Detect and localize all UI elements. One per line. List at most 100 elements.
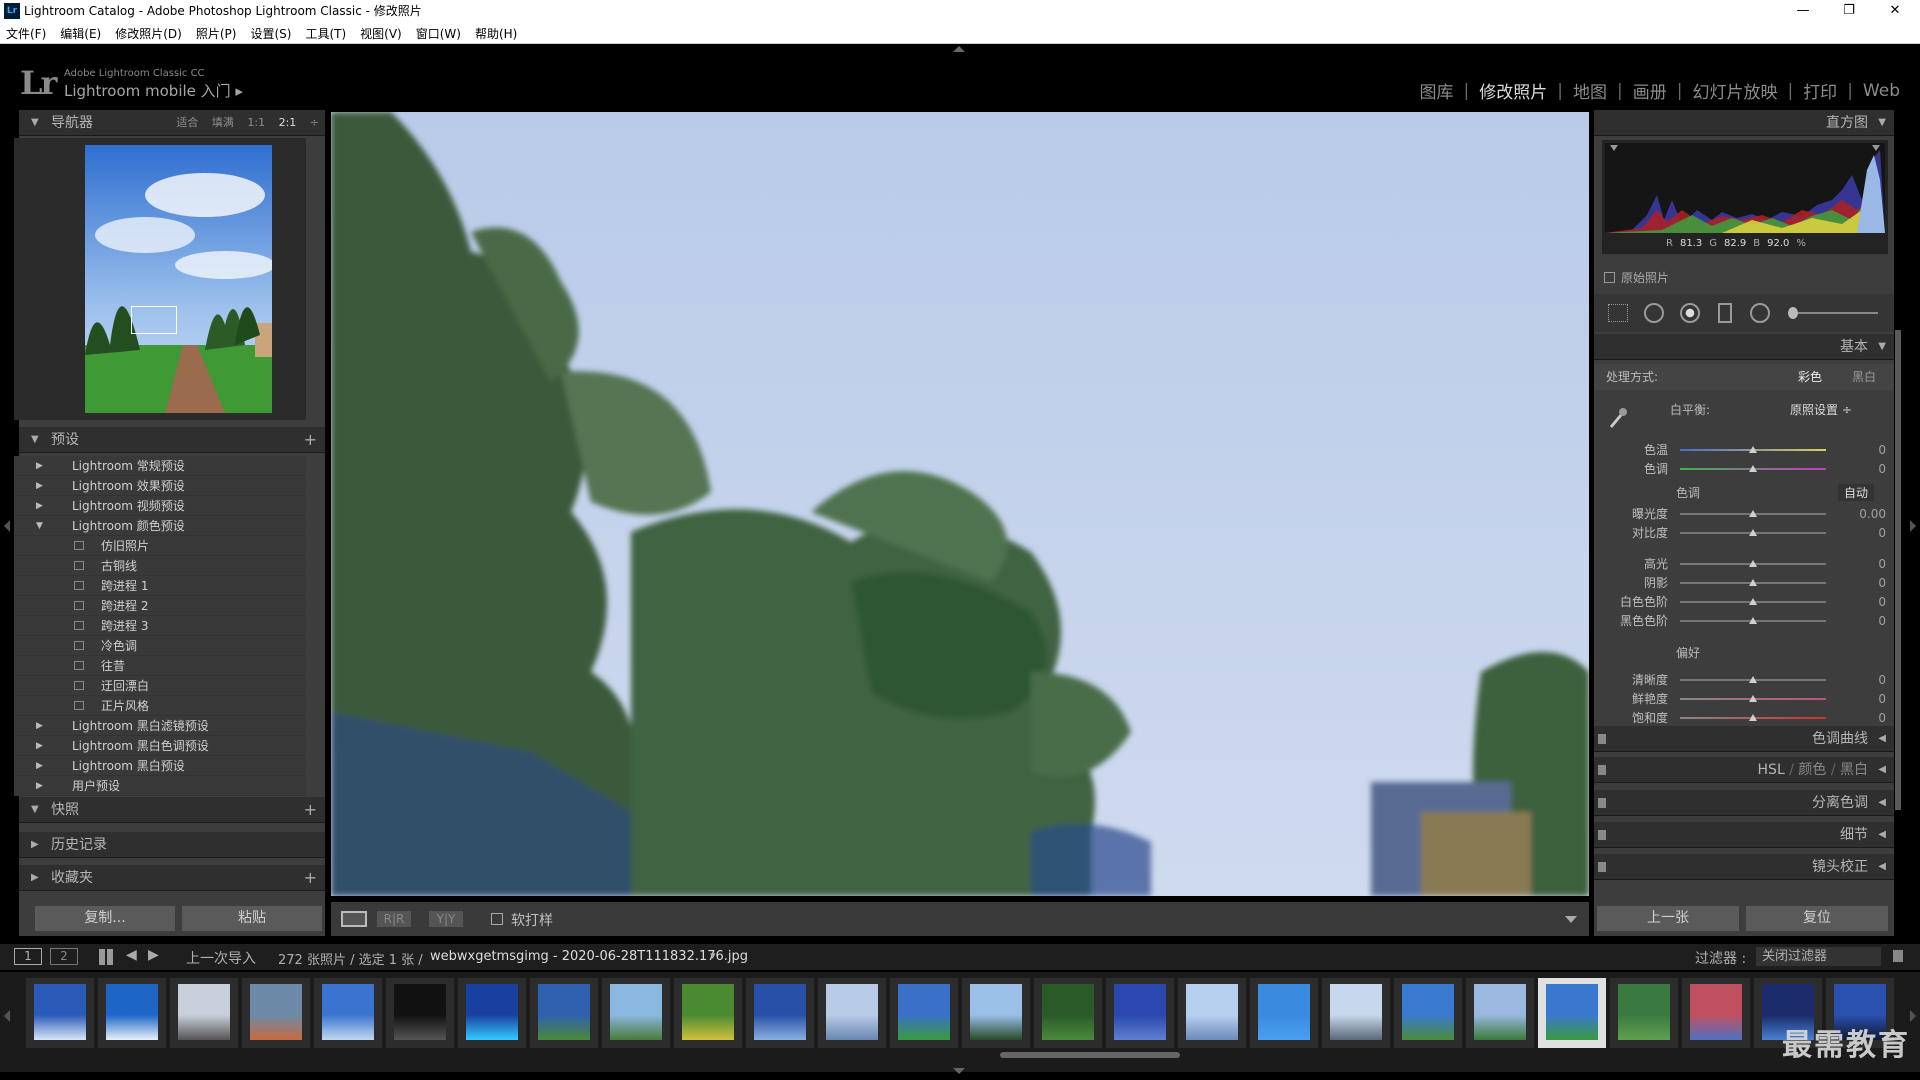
preset-item[interactable]: 跨进程 3 <box>14 616 306 636</box>
preset-folder[interactable]: ▶ Lightroom 黑白滤镜预设 <box>14 716 306 736</box>
lens-corrections-header[interactable]: 镜头校正 ◀ <box>1594 854 1894 880</box>
loupe-view-icon[interactable] <box>341 911 367 927</box>
slider-value[interactable]: 0 <box>1878 524 1886 542</box>
close-button[interactable]: ✕ <box>1872 0 1918 23</box>
hsl-tab[interactable]: HSL <box>1758 762 1785 778</box>
navigator-zoom-rectangle[interactable] <box>131 306 177 334</box>
slider-row[interactable]: 曝光度 0.00 <box>1594 505 1894 523</box>
filmstrip-thumbnail[interactable] <box>746 978 814 1048</box>
add-collection-icon[interactable]: + <box>304 865 317 891</box>
red-eye-icon[interactable] <box>1680 303 1700 323</box>
slider-knob[interactable] <box>1749 676 1757 683</box>
slider-value[interactable]: 0 <box>1878 593 1886 611</box>
split-toning-header[interactable]: 分离色调 ◀ <box>1594 790 1894 816</box>
paste-settings-button[interactable]: 粘贴 <box>182 906 322 931</box>
detail-header[interactable]: 细节 ◀ <box>1594 822 1894 848</box>
slider-row[interactable]: 色调 0 <box>1594 460 1894 478</box>
auto-tone-button[interactable]: 自动 <box>1838 484 1875 501</box>
module-develop[interactable]: 修改照片 <box>1469 78 1557 103</box>
slider-knob[interactable] <box>1749 598 1757 605</box>
filter-lock-icon[interactable] <box>1893 950 1903 962</box>
navigator-header[interactable]: ▼ 导航器 适合 填满 1:1 2:1 ÷ <box>19 110 325 136</box>
module-web[interactable]: Web <box>1853 81 1910 101</box>
menu-settings[interactable]: 设置(S) <box>250 25 291 42</box>
bw-tab[interactable]: 黑白 <box>1840 762 1868 778</box>
module-map[interactable]: 地图 <box>1563 78 1617 103</box>
filmstrip-thumbnail[interactable] <box>1034 978 1102 1048</box>
filmstrip-thumbnail[interactable] <box>26 978 94 1048</box>
adjustment-brush-slider[interactable] <box>1788 312 1878 314</box>
menu-file[interactable]: 文件(F) <box>6 25 46 42</box>
snapshots-header[interactable]: ▼ 快照 + <box>19 797 325 823</box>
zoom-fill[interactable]: 填满 <box>212 116 234 129</box>
panel-switch-icon[interactable] <box>1598 734 1606 744</box>
slider-value[interactable]: 0 <box>1878 709 1886 727</box>
preset-folder[interactable]: ▶ 用户预设 <box>14 776 306 796</box>
grid-view-icon[interactable] <box>99 949 115 965</box>
preset-item[interactable]: 跨进程 2 <box>14 596 306 616</box>
filmstrip-thumbnail[interactable] <box>1466 978 1534 1048</box>
filmstrip-thumbnail[interactable] <box>98 978 166 1048</box>
module-slideshow[interactable]: 幻灯片放映 <box>1682 78 1787 103</box>
preset-folder[interactable]: ▶ Lightroom 黑白色调预设 <box>14 736 306 756</box>
slider-value[interactable]: 0 <box>1878 441 1886 459</box>
add-snapshot-icon[interactable]: + <box>304 797 317 823</box>
filmstrip-thumbnail[interactable] <box>170 978 238 1048</box>
histogram-graph[interactable]: R 81.3 G 82.9 B 92.0 % <box>1602 140 1888 254</box>
slider-value[interactable]: 0 <box>1878 555 1886 573</box>
slider-row[interactable]: 清晰度 0 <box>1594 671 1894 689</box>
slider-row[interactable]: 阴影 0 <box>1594 574 1894 592</box>
filmstrip-thumbnail[interactable] <box>1394 978 1462 1048</box>
menu-help[interactable]: 帮助(H) <box>475 25 517 42</box>
forward-arrow-icon[interactable]: ▶ <box>148 947 159 963</box>
filmstrip-thumbnail[interactable] <box>1682 978 1750 1048</box>
treatment-color-option[interactable]: 彩色 <box>1798 368 1822 385</box>
graduated-filter-icon[interactable] <box>1718 303 1732 323</box>
navigator-preview-image[interactable] <box>85 145 272 413</box>
filmstrip-thumbnail[interactable] <box>1610 978 1678 1048</box>
filmstrip-thumbnail[interactable] <box>818 978 886 1048</box>
collections-header[interactable]: ▶ 收藏夹 + <box>19 865 325 891</box>
restore-button[interactable]: ❐ <box>1826 0 1872 23</box>
bottom-panel-toggle-icon[interactable] <box>953 1068 965 1074</box>
copy-settings-button[interactable]: 复制... <box>35 906 175 931</box>
panel-switch-icon[interactable] <box>1598 765 1606 775</box>
top-panel-toggle-icon[interactable] <box>953 46 965 52</box>
zoom-menu-icon[interactable]: ÷ <box>310 116 319 129</box>
filmstrip-thumbnail[interactable] <box>962 978 1030 1048</box>
crop-overlay-icon[interactable] <box>1608 304 1628 322</box>
slider-row[interactable]: 白色色阶 0 <box>1594 593 1894 611</box>
filmstrip-thumbnail[interactable] <box>1178 978 1246 1048</box>
white-balance-dropdown[interactable]: 原照设置 ÷ <box>1790 401 1852 418</box>
slider-knob[interactable] <box>1749 617 1757 624</box>
menu-tools[interactable]: 工具(T) <box>305 25 346 42</box>
add-preset-icon[interactable]: + <box>304 427 317 453</box>
module-print[interactable]: 打印 <box>1793 78 1847 103</box>
white-balance-eyedropper-icon[interactable] <box>1606 406 1628 428</box>
preset-folder[interactable]: ▼ Lightroom 颜色预设 <box>14 516 306 536</box>
tone-curve-header[interactable]: 色调曲线 ◀ <box>1594 726 1894 752</box>
original-photo-checkbox[interactable] <box>1604 272 1615 283</box>
panel-switch-icon[interactable] <box>1598 798 1606 808</box>
filename-label[interactable]: webwxgetmsgimg - 2020-06-28T111832.176.j… <box>430 949 748 964</box>
module-book[interactable]: 画册 <box>1623 78 1677 103</box>
reset-button[interactable]: 复位 <box>1746 906 1888 931</box>
panel-switch-icon[interactable] <box>1598 862 1606 872</box>
right-panel-scrollbar[interactable] <box>1895 330 1901 810</box>
back-arrow-icon[interactable]: ◀ <box>126 947 137 963</box>
panel-switch-icon[interactable] <box>1598 830 1606 840</box>
slider-knob[interactable] <box>1749 465 1757 472</box>
basic-header[interactable]: 基本 ▼ <box>1594 334 1894 360</box>
filmstrip-thumbnail[interactable] <box>890 978 958 1048</box>
slider-value[interactable]: 0 <box>1878 574 1886 592</box>
slider-knob[interactable] <box>1749 579 1757 586</box>
before-after-yy-icon[interactable]: Y|Y <box>429 911 463 927</box>
primary-window-button[interactable]: 1 <box>14 948 42 965</box>
slider-row[interactable]: 对比度 0 <box>1594 524 1894 542</box>
toolbar-options-chevron-icon[interactable] <box>1565 916 1577 923</box>
filmstrip-thumbnail[interactable] <box>242 978 310 1048</box>
treatment-bw-option[interactable]: 黑白 <box>1852 368 1876 385</box>
filter-dropdown[interactable]: 关闭过滤器 <box>1756 947 1881 966</box>
slider-knob[interactable] <box>1749 446 1757 453</box>
slider-row[interactable]: 黑色色阶 0 <box>1594 612 1894 630</box>
